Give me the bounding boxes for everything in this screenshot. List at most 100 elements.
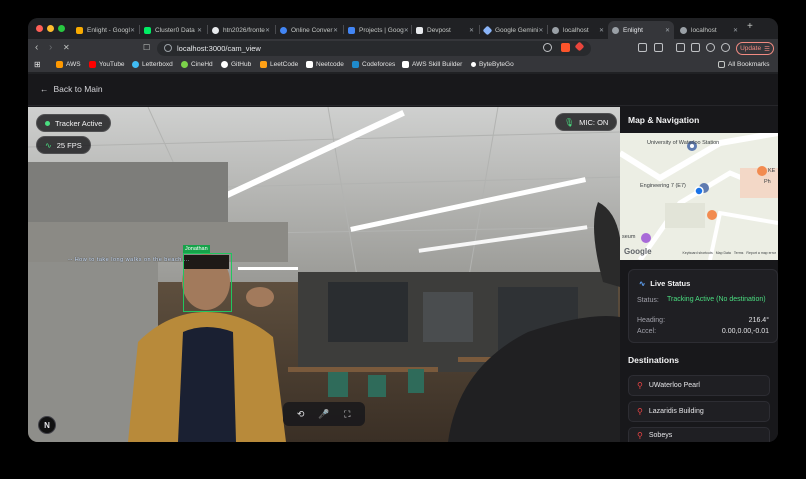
screenshot-icon[interactable] bbox=[654, 43, 663, 52]
bookmark-github[interactable]: GitHub bbox=[221, 61, 251, 68]
tab-cluster0[interactable]: Cluster0 Data ✕ bbox=[140, 21, 206, 39]
forward-arrow-icon[interactable]: › bbox=[49, 42, 52, 54]
map-pin-icon: ⚲ bbox=[637, 407, 643, 416]
bookmark-cinehd[interactable]: CineHd bbox=[181, 61, 213, 68]
browser-window: Enlight - Googl ✕ Cluster0 Data ✕ htn2026/… bbox=[28, 18, 778, 442]
tab-github-htn[interactable]: htn2026/fronte ✕ bbox=[208, 21, 274, 39]
profile-shield-icon[interactable] bbox=[721, 43, 730, 52]
switch-camera-icon[interactable]: ⟲ bbox=[294, 409, 308, 420]
tab-favicon-icon bbox=[348, 26, 355, 34]
sidebar-title: Map & Navigation bbox=[628, 115, 700, 125]
close-tab-icon[interactable]: ✕ bbox=[538, 27, 543, 34]
new-tab-button[interactable]: + bbox=[747, 21, 753, 32]
close-tab-icon[interactable]: ✕ bbox=[333, 27, 338, 34]
apps-grid-icon[interactable]: ⊞ bbox=[34, 60, 41, 69]
update-button[interactable]: Update ☰ bbox=[736, 42, 774, 55]
gemini-icon bbox=[482, 25, 493, 35]
map-keyboard-shortcuts-link[interactable]: Keyboard shortcuts bbox=[683, 251, 713, 255]
page-content: ← Back to Main Tracker Active ∿ 25 FPS 🎙… bbox=[28, 74, 778, 442]
menu-icon: ☰ bbox=[764, 45, 770, 53]
cinehd-icon bbox=[181, 61, 188, 68]
bookmark-neetcode[interactable]: Neetcode bbox=[306, 61, 344, 68]
bookmark-star-icon[interactable]: ☐ bbox=[143, 42, 150, 54]
bookmark-codeforces[interactable]: Codeforces bbox=[352, 61, 395, 68]
extension-brave-icon[interactable] bbox=[561, 43, 570, 52]
destination-sobeys[interactable]: ⚲ Sobeys bbox=[628, 427, 770, 442]
maximize-window-button[interactable] bbox=[58, 25, 65, 32]
close-tab-icon[interactable]: ✕ bbox=[665, 27, 670, 34]
tab-localhost-1[interactable]: localhost ✕ bbox=[548, 21, 608, 39]
tab-online-converter[interactable]: Online Conver ✕ bbox=[276, 21, 342, 39]
folder-icon bbox=[718, 61, 725, 68]
all-bookmarks[interactable]: All Bookmarks bbox=[718, 61, 770, 68]
mic-icon: 🎙 bbox=[564, 117, 575, 127]
close-tab-icon[interactable]: ✕ bbox=[197, 27, 202, 34]
globe-icon bbox=[552, 26, 559, 34]
close-tab-icon[interactable]: ✕ bbox=[733, 27, 738, 34]
map-label-e7: Engineering 7 (E7) bbox=[640, 183, 686, 189]
arrow-left-icon: ← bbox=[40, 84, 49, 94]
ocr-overlay-text: -- How to take long walks on the beach .… bbox=[68, 257, 190, 263]
fullscreen-icon[interactable]: ⛶ bbox=[340, 409, 354, 420]
extensions-puzzle-icon[interactable] bbox=[638, 43, 647, 52]
bookmark-aws-skill-builder[interactable]: AWS Skill Builder bbox=[402, 61, 462, 68]
close-tab-icon[interactable]: ✕ bbox=[265, 27, 270, 34]
map-data-link[interactable]: Map Data bbox=[716, 251, 731, 255]
map-label-uw-station: University of Waterloo Station bbox=[647, 140, 720, 146]
map-canvas bbox=[620, 133, 778, 260]
bookmark-bytebytego[interactable]: ByteByteGo bbox=[471, 61, 514, 68]
tab-projects-google[interactable]: Projects | Goog ✕ bbox=[344, 21, 410, 39]
map-view[interactable]: University of Waterloo Station Engineeri… bbox=[620, 133, 778, 260]
camera-feed: Tracker Active ∿ 25 FPS 🎙 MIC: ON -- How… bbox=[28, 107, 620, 442]
fps-pill: ∿ 25 FPS bbox=[36, 136, 91, 154]
site-info-icon[interactable] bbox=[164, 44, 172, 52]
minimize-window-button[interactable] bbox=[47, 25, 54, 32]
microphone-icon[interactable]: 🎤 bbox=[317, 409, 331, 420]
bookmark-youtube[interactable]: YouTube bbox=[89, 61, 125, 68]
tab-enlight-google[interactable]: Enlight - Googl ✕ bbox=[72, 21, 138, 39]
tab-favicon-icon bbox=[76, 26, 83, 34]
sidebar-toggle-icon[interactable] bbox=[676, 43, 685, 52]
destinations-title: Destinations bbox=[628, 355, 680, 365]
tab-google-gemini[interactable]: Google Gemini ✕ bbox=[480, 21, 546, 39]
aws-icon bbox=[56, 61, 63, 68]
next-dev-indicator-icon[interactable]: N bbox=[38, 416, 56, 434]
close-tab-icon[interactable]: ✕ bbox=[130, 27, 135, 34]
map-terms-link[interactable]: Terms bbox=[734, 251, 744, 255]
url-text: localhost:3000/cam_view bbox=[177, 44, 261, 53]
tab-localhost-2[interactable]: localhost ✕ bbox=[676, 21, 742, 39]
tab-enlight-active[interactable]: Enlight ✕ bbox=[608, 21, 674, 39]
close-window-button[interactable] bbox=[36, 25, 43, 32]
close-tab-icon[interactable]: ✕ bbox=[469, 27, 474, 34]
neetcode-icon bbox=[306, 61, 313, 68]
close-tab-icon[interactable]: ✕ bbox=[599, 27, 604, 34]
map-pin-icon: ⚲ bbox=[637, 430, 643, 440]
stop-loading-icon[interactable]: ✕ bbox=[63, 42, 70, 54]
activity-pulse-icon: ∿ bbox=[45, 140, 52, 150]
heading-label: Heading: bbox=[637, 317, 666, 324]
bookmark-letterboxd[interactable]: Letterboxd bbox=[132, 61, 173, 68]
destination-uwaterloo-pearl[interactable]: ⚲ UWaterloo Pearl bbox=[628, 375, 770, 396]
face-detection-box bbox=[183, 253, 232, 312]
share-icon[interactable] bbox=[543, 43, 552, 52]
close-tab-icon[interactable]: ✕ bbox=[404, 27, 409, 34]
back-to-main-button[interactable]: ← Back to Main bbox=[40, 84, 103, 94]
tracker-status-pill: Tracker Active bbox=[36, 114, 112, 132]
address-bar[interactable]: localhost:3000/cam_view bbox=[157, 41, 591, 56]
camera-controls: ⟲ 🎤 ⛶ bbox=[283, 402, 365, 426]
map-label-ke: KE bbox=[768, 168, 776, 174]
heading-value: 216.4° bbox=[748, 317, 769, 324]
back-arrow-icon[interactable]: ‹ bbox=[35, 42, 38, 54]
destination-lazaridis-building[interactable]: ⚲ Lazaridis Building bbox=[628, 401, 770, 422]
page-header: ← Back to Main bbox=[28, 74, 778, 106]
letterboxd-icon bbox=[132, 61, 139, 68]
browser-toolbar: ‹ › ✕ ☐ localhost:3000/cam_view Update ☰ bbox=[28, 39, 778, 58]
map-report-error-link[interactable]: Report a map error bbox=[746, 251, 776, 255]
reading-mode-icon[interactable] bbox=[706, 43, 715, 52]
tab-search-icon[interactable] bbox=[691, 43, 700, 52]
bookmark-leetcode[interactable]: LeetCode bbox=[260, 61, 298, 68]
github-icon bbox=[212, 26, 219, 34]
bookmark-aws[interactable]: AWS bbox=[56, 61, 81, 68]
tab-devpost[interactable]: Devpost ✕ bbox=[412, 21, 478, 39]
youtube-icon bbox=[89, 61, 96, 68]
